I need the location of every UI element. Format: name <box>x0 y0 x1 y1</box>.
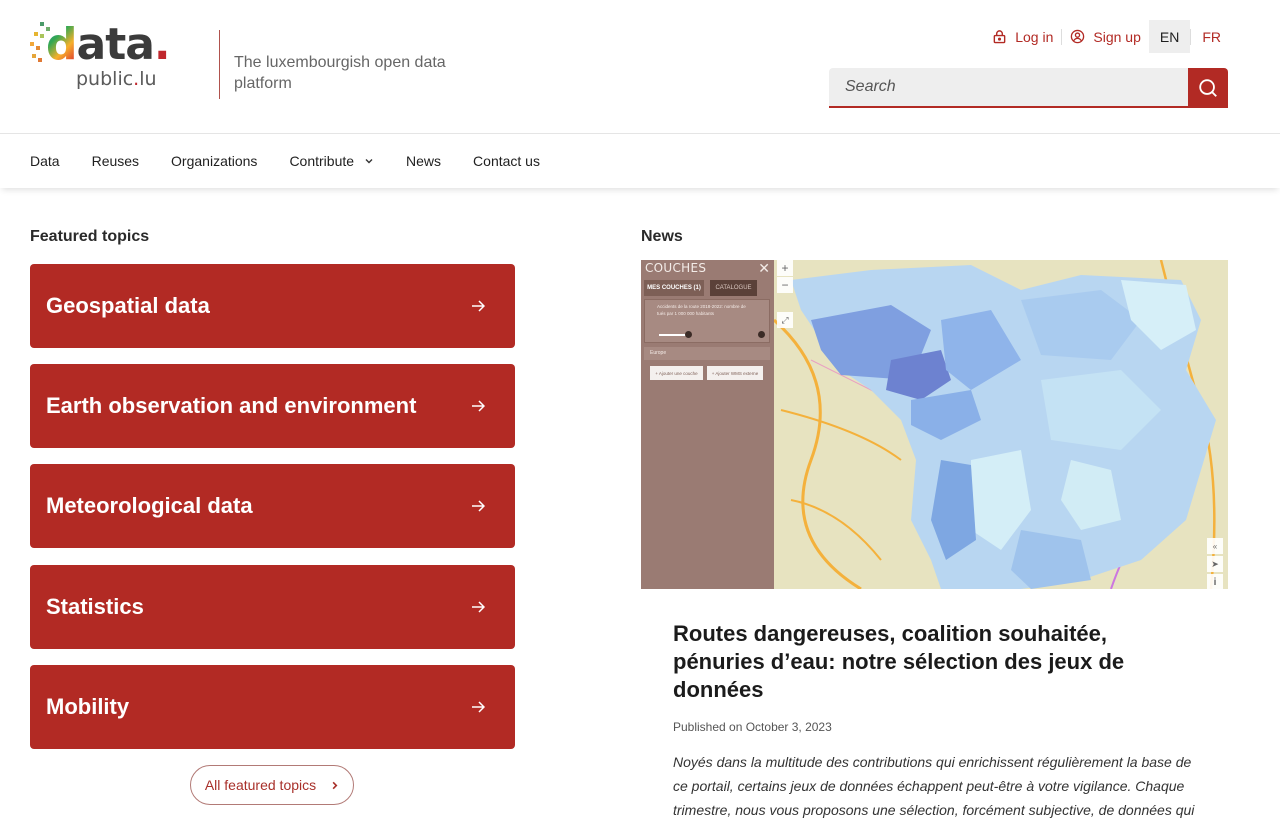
logo-subtitle: public.lu <box>76 68 157 90</box>
nav-reuses[interactable]: Reuses <box>92 153 139 169</box>
add-layer-button: + Ajouter une couche <box>650 366 703 380</box>
chevron-right-icon <box>332 781 338 789</box>
close-icon: ✕ <box>758 260 770 276</box>
lang-en[interactable]: EN <box>1148 20 1191 53</box>
login-link[interactable]: Log in <box>984 29 1061 45</box>
search-icon <box>1199 79 1217 97</box>
topic-mobility[interactable]: Mobility <box>30 665 515 749</box>
site-tagline: The luxembourgish open data platform <box>234 54 446 92</box>
nav-news[interactable]: News <box>406 153 441 169</box>
news-article-title[interactable]: Routes dangereuses, coalition souhaitée,… <box>673 620 1173 704</box>
info-icon: i <box>1207 574 1223 589</box>
topic-meteorological[interactable]: Meteorological data <box>30 464 515 548</box>
signup-link[interactable]: Sign up <box>1062 29 1148 45</box>
lock-icon <box>993 30 1006 44</box>
layers-panel: COUCHES ✕ MES COUCHES (1) CATALOGUE Acci… <box>641 260 774 589</box>
zoom-out-icon: − <box>777 277 793 293</box>
tab-my-layers: MES COUCHES (1) <box>644 280 704 296</box>
arrow-right-icon <box>472 500 485 512</box>
arrow-right-icon <box>472 701 485 713</box>
layer-name: Accidents de la route 2018-2022: nombre … <box>657 304 746 316</box>
search-button[interactable] <box>1188 68 1228 108</box>
search-input[interactable] <box>829 68 1188 108</box>
slider-knob <box>685 331 692 338</box>
topic-label: Statistics <box>46 594 144 619</box>
all-topics-label: All featured topics <box>204 777 317 793</box>
news-section-title: News <box>641 228 683 245</box>
arrow-right-icon <box>472 300 485 312</box>
topic-label: Earth observation and environment <box>46 393 417 418</box>
locate-icon: ➤ <box>1207 556 1223 572</box>
layers-panel-title: COUCHES <box>645 261 707 275</box>
all-featured-topics-button[interactable]: All featured topics <box>190 765 354 805</box>
site-logo[interactable]: data. public.lu <box>30 19 171 100</box>
lang-fr[interactable]: FR <box>1191 20 1232 53</box>
nav-contribute[interactable]: Contribute <box>289 153 374 169</box>
site-header: data. public.lu The luxembourgish open d… <box>0 0 1280 133</box>
layer-toggle-icon <box>758 331 765 338</box>
zoom-in-icon: + <box>777 260 793 276</box>
featured-topics-title: Featured topics <box>30 228 150 245</box>
account-links: Log in Sign up EN FR <box>984 20 1232 53</box>
logo-wordmark: data. <box>46 19 171 70</box>
news-article-date: Published on October 3, 2023 <box>673 720 832 734</box>
arrow-right-icon <box>472 400 485 412</box>
topic-statistics[interactable]: Statistics <box>30 565 515 649</box>
topic-geospatial[interactable]: Geospatial data <box>30 264 515 348</box>
fullscreen-icon: ⤢ <box>777 312 793 328</box>
base-layer: Europe <box>644 347 770 360</box>
nav-organizations[interactable]: Organizations <box>171 153 257 169</box>
topic-label: Mobility <box>46 694 130 719</box>
add-wms-button: + Ajouter WMS externe <box>707 366 763 380</box>
signup-label: Sign up <box>1093 28 1141 45</box>
nav-contribute-label: Contribute <box>289 153 355 169</box>
topic-label: Geospatial data <box>46 293 210 318</box>
arrow-right-icon <box>472 601 485 613</box>
tab-catalog: CATALOGUE <box>710 280 757 296</box>
layer-item: Accidents de la route 2018-2022: nombre … <box>644 299 770 343</box>
main-nav: Data Reuses Organizations Contribute New… <box>0 133 1280 188</box>
topic-earth-observation[interactable]: Earth observation and environment <box>30 364 515 448</box>
login-label: Log in <box>1015 28 1054 45</box>
map-control-icon: « <box>1207 538 1223 554</box>
logo-divider <box>219 30 220 99</box>
topic-label: Meteorological data <box>46 493 253 518</box>
nav-contact[interactable]: Contact us <box>473 153 540 169</box>
news-article-image[interactable]: COUCHES ✕ MES COUCHES (1) CATALOGUE Acci… <box>641 260 1228 589</box>
user-circle-icon <box>1071 29 1085 44</box>
nav-data[interactable]: Data <box>30 153 60 169</box>
chevron-down-icon <box>365 159 373 164</box>
news-article-excerpt: Noyés dans la multitude des contribution… <box>673 754 1195 818</box>
search-form <box>829 68 1228 108</box>
